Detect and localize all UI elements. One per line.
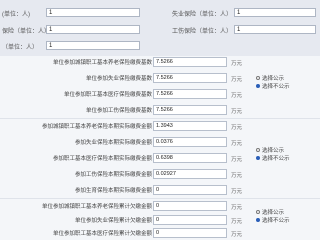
amount-input[interactable]: 0 xyxy=(153,185,227,195)
radio-icon xyxy=(256,76,260,80)
divider xyxy=(0,118,320,119)
unit-label: 万元 xyxy=(231,173,243,179)
field-label: 参加工伤保险本期实际缴费金额 xyxy=(74,172,152,178)
form-row: 参加城镇职工基本养老保险本期实际缴费金额 1.3943 万元 xyxy=(0,120,320,132)
form-row: 单位参加职工基本医疗保险累计欠缴金额 0 万元 xyxy=(0,227,320,239)
field-label: 单位参加职工基本医疗保险累计欠缴金额 xyxy=(52,231,152,237)
disclose-option[interactable]: 选择公示 xyxy=(256,208,290,216)
field-label: (单位：人) xyxy=(2,12,30,18)
amount-input[interactable]: 1.3943 xyxy=(153,121,227,131)
headcount-input[interactable]: 1 xyxy=(46,41,140,50)
unit-label: 万元 xyxy=(231,77,243,83)
amount-input[interactable]: 7.5266 xyxy=(153,73,227,83)
unit-label: 万元 xyxy=(231,219,243,225)
headcount-input[interactable]: 1 xyxy=(234,8,316,17)
form-row: 单位参加城镇职工基本养老保险缴费基数 7.5266 万元 xyxy=(0,56,320,68)
headcount-input[interactable]: 1 xyxy=(46,25,140,34)
unit-label: 万元 xyxy=(231,232,243,238)
field-label: 参加城镇职工基本养老保险本期实际缴费金额 xyxy=(41,124,152,130)
radio-icon xyxy=(256,148,260,152)
amount-input[interactable]: 7.5266 xyxy=(153,89,227,99)
unit-label: 万元 xyxy=(231,189,243,195)
unit-label: 万元 xyxy=(231,93,243,99)
amount-input[interactable]: 0.02927 xyxy=(153,169,227,179)
field-label: 保险（单位：人） xyxy=(2,29,51,35)
disclosure-radio-group: 选择公示 选择不公示 xyxy=(256,146,290,162)
field-label: 单位参加工伤保险缴费基数 xyxy=(85,108,152,114)
disclosure-radio-group: 选择公示 选择不公示 xyxy=(256,208,290,224)
field-label: 单位参加城镇职工基本养老保险缴费基数 xyxy=(52,60,152,66)
headcount-input[interactable]: 1 xyxy=(234,25,316,34)
amount-input[interactable]: 0.6398 xyxy=(153,153,227,163)
disclose-option[interactable]: 选择公示 xyxy=(256,146,290,154)
unit-label: 万元 xyxy=(231,141,243,147)
amount-input[interactable]: 0 xyxy=(153,201,227,211)
no-disclose-option[interactable]: 选择不公示 xyxy=(256,216,290,224)
form-row: 单位参加工伤保险缴费基数 7.5266 万元 xyxy=(0,104,320,116)
amount-input[interactable]: 7.5266 xyxy=(153,105,227,115)
radio-selected-icon xyxy=(256,218,260,222)
field-label: 失业保险（单位：人） xyxy=(172,12,233,18)
unit-label: 万元 xyxy=(231,205,243,211)
amount-input[interactable]: 0 xyxy=(153,228,227,238)
no-disclose-option[interactable]: 选择不公示 xyxy=(256,154,290,162)
field-label: 参加失业保险本期实际缴费金额 xyxy=(74,140,152,146)
field-label: 单位参加职工基本医疗保险缴费基数 xyxy=(63,92,152,98)
unit-label: 万元 xyxy=(231,61,243,67)
contribution-form: 单位参加城镇职工基本养老保险缴费基数 7.5266 万元 单位参加失业保险缴费基… xyxy=(0,56,320,240)
amount-input[interactable]: 0 xyxy=(153,215,227,225)
divider xyxy=(0,198,320,199)
field-label: 单位参加城镇职工基本养老保险累计欠缴金额 xyxy=(41,204,152,210)
amount-input[interactable]: 7.5266 xyxy=(153,57,227,67)
field-label: 工伤保险（单位：人） xyxy=(172,29,233,35)
unit-label: 万元 xyxy=(231,109,243,115)
field-label: 参加职工基本医疗保险本期实际缴费金额 xyxy=(52,156,152,162)
headcount-input[interactable]: 1 xyxy=(46,8,140,17)
unit-label: 万元 xyxy=(231,157,243,163)
field-label: 单位参加失业保险累计欠缴金额 xyxy=(74,218,152,224)
top-row: (单位：人) 1 失业保险（单位：人） 1 xyxy=(0,8,320,18)
field-label: （单位：人） xyxy=(2,45,39,51)
disclosure-radio-group: 选择公示 选择不公示 xyxy=(256,74,290,90)
form-row: 参加生育保险本期实际缴费金额 0 万元 xyxy=(0,184,320,196)
top-panel: (单位：人) 1 失业保险（单位：人） 1 保险（单位：人） 1 工伤保险（单位… xyxy=(0,0,320,60)
field-label: 参加生育保险本期实际缴费金额 xyxy=(74,188,152,194)
top-row: （单位：人） 1 xyxy=(0,41,320,51)
no-disclose-option[interactable]: 选择不公示 xyxy=(256,82,290,90)
top-row: 保险（单位：人） 1 工伤保险（单位：人） 1 xyxy=(0,25,320,35)
form-row: 参加工伤保险本期实际缴费金额 0.02927 万元 xyxy=(0,168,320,180)
radio-icon xyxy=(256,210,260,214)
radio-selected-icon xyxy=(256,84,260,88)
unit-label: 万元 xyxy=(231,125,243,131)
disclose-option[interactable]: 选择公示 xyxy=(256,74,290,82)
field-label: 单位参加失业保险缴费基数 xyxy=(85,76,152,82)
amount-input[interactable]: 0.0376 xyxy=(153,137,227,147)
radio-selected-icon xyxy=(256,156,260,160)
